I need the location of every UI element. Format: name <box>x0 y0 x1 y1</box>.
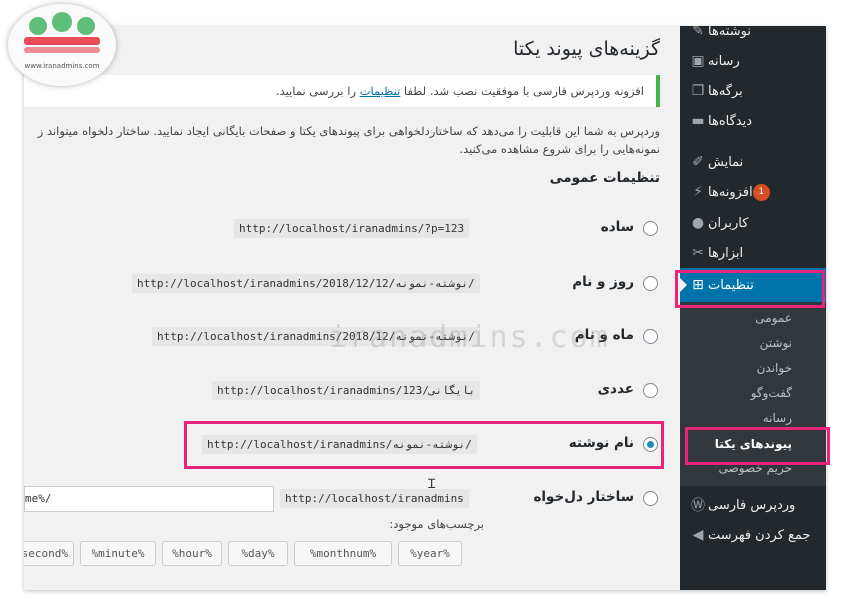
comments-icon: ▬ <box>691 113 705 129</box>
watermark: iranadmins.com <box>329 320 610 355</box>
tag-second-button[interactable]: %second% <box>24 541 74 566</box>
option-numeric[interactable]: عددی http://localhost/iranadmins/بایگانی… <box>24 376 680 406</box>
menu-pages[interactable]: ❐ برگه‌ها <box>680 74 826 108</box>
intro-line-1: وردپرس به شما این قابلیت را می‌دهد که سا… <box>37 124 660 138</box>
menu-tools[interactable]: ✂ ابزارها <box>680 236 826 270</box>
tag-monthnum-button[interactable]: %monthnum% <box>294 541 392 566</box>
logo-text: www.iranadmins.com <box>24 62 100 70</box>
radio-post-name[interactable] <box>643 437 658 452</box>
site-logo: www.iranadmins.com <box>8 4 116 86</box>
radio-custom[interactable] <box>643 491 658 506</box>
appearance-icon: ✐ <box>692 154 704 170</box>
update-count-badge: 1 <box>752 183 770 201</box>
submenu-permalinks[interactable]: پیوندهای یکتا <box>680 432 826 457</box>
settings-icon: ⊞ <box>692 277 704 293</box>
menu-appearance[interactable]: ✐ نمایش <box>680 145 826 179</box>
menu-plugins[interactable]: ⚡ افزونه‌ها 1 <box>680 175 826 209</box>
option-url: http://localhost/iranadmins/نوشته-نمونه/ <box>202 435 477 454</box>
menu-label: دیدگاه‌ها <box>708 113 753 129</box>
admin-window: گزینه‌های پیوند یکتا افزونه وردپرس فارسی… <box>24 26 826 590</box>
wordpress-icon: Ⓦ <box>691 498 705 514</box>
pin-icon: ✎ <box>692 26 704 39</box>
menu-settings[interactable]: ⊞ تنظیمات <box>680 268 826 302</box>
submenu-reading[interactable]: خواندن <box>680 356 826 381</box>
radio-numeric[interactable] <box>643 383 658 398</box>
notice-settings-link[interactable]: تنظیمات <box>360 84 401 98</box>
tag-day-button[interactable]: %day% <box>228 541 288 566</box>
intro-line-2: نمونه‌هایی را برای شروع مشاهده می‌کنید. <box>459 142 660 156</box>
menu-label: نوشته‌ها <box>708 26 751 39</box>
success-notice: افزونه وردپرس فارسی با موفقیت نصب شد. لط… <box>24 75 660 107</box>
plugins-icon: ⚡ <box>693 184 703 200</box>
users-icon: ● <box>691 215 705 231</box>
notice-text-before: افزونه وردپرس فارسی با موفقیت نصب شد. لط… <box>403 84 644 98</box>
option-label: نام نوشته <box>568 435 634 451</box>
option-day-name[interactable]: روز و نام http://localhost/iranadmins/20… <box>24 269 680 299</box>
menu-comments[interactable]: ▬ دیدگاه‌ها <box>680 104 826 138</box>
menu-label: تنظیمات <box>708 277 754 293</box>
menu-collapse[interactable]: ◀ جمع کردن فهرست <box>680 518 826 552</box>
tag-hour-button[interactable]: %hour% <box>162 541 222 566</box>
custom-structure-input[interactable]: me%/ <box>24 486 274 512</box>
menu-label: ابزارها <box>708 245 744 261</box>
option-label: ساختار دل‌خواه <box>533 489 634 505</box>
option-plain[interactable]: ساده http://localhost/iranadmins/?p=123 <box>24 214 680 244</box>
option-post-name[interactable]: نام نوشته http://localhost/iranadmins/نو… <box>24 430 680 460</box>
radio-month-name[interactable] <box>643 329 658 344</box>
menu-label: جمع کردن فهرست <box>708 527 811 543</box>
option-url: http://localhost/iranadmins <box>280 489 469 508</box>
option-label: عددی <box>597 381 634 397</box>
collapse-icon: ◀ <box>692 527 704 543</box>
logo-graphic <box>24 12 100 53</box>
tag-year-button[interactable]: %year% <box>398 541 462 566</box>
menu-media[interactable]: ▣ رسانه <box>680 44 826 78</box>
menu-label: افزونه‌ها <box>708 184 753 200</box>
section-title: تنظیمات عمومی <box>549 170 660 186</box>
menu-wp-persian[interactable]: Ⓦ وردپرس فارسی <box>680 488 826 522</box>
option-url: http://localhost/iranadmins/?p=123 <box>234 219 470 238</box>
tag-minute-button[interactable]: %minute% <box>80 541 156 566</box>
option-label: روز و نام <box>572 274 634 290</box>
option-label: ساده <box>600 219 634 235</box>
notice-text-after: را بررسی نمایید. <box>275 84 357 98</box>
pages-icon: ❐ <box>691 83 705 99</box>
menu-label: رسانه <box>708 53 740 69</box>
submenu-media[interactable]: رسانه <box>680 406 826 431</box>
menu-label: برگه‌ها <box>708 83 743 99</box>
radio-plain[interactable] <box>643 221 658 236</box>
available-tags-label: برچسب‌های موجود: <box>389 517 484 531</box>
menu-label: کاربران <box>708 215 749 231</box>
page-title: گزینه‌های پیوند یکتا <box>513 38 660 60</box>
main-content: گزینه‌های پیوند یکتا افزونه وردپرس فارسی… <box>24 26 680 590</box>
menu-label: نمایش <box>708 154 744 170</box>
option-url: http://localhost/iranadmins/2018/12/12/ن… <box>132 274 480 293</box>
menu-label: وردپرس فارسی <box>708 497 796 513</box>
tools-icon: ✂ <box>692 245 704 261</box>
submenu-privacy[interactable]: حریم خصوصی <box>680 456 826 481</box>
admin-sidebar: ✎ نوشته‌ها ▣ رسانه ❐ برگه‌ها ▬ دیدگاه‌ها… <box>680 26 826 590</box>
text-cursor-icon: Ɪ <box>428 477 436 492</box>
option-url: http://localhost/iranadmins/بایگانی/123 <box>212 381 481 400</box>
submenu-discussion[interactable]: گفت‌وگو <box>680 381 826 406</box>
submenu-general[interactable]: عمومی <box>680 306 826 331</box>
menu-users[interactable]: ● کاربران <box>680 206 826 240</box>
settings-submenu: عمومی نوشتن خواندن گفت‌وگو رسانه پیوندها… <box>680 302 826 486</box>
media-icon: ▣ <box>691 53 705 69</box>
intro-text: وردپرس به شما این قابلیت را می‌دهد که سا… <box>24 122 660 158</box>
submenu-writing[interactable]: نوشتن <box>680 331 826 356</box>
radio-day-name[interactable] <box>643 276 658 291</box>
